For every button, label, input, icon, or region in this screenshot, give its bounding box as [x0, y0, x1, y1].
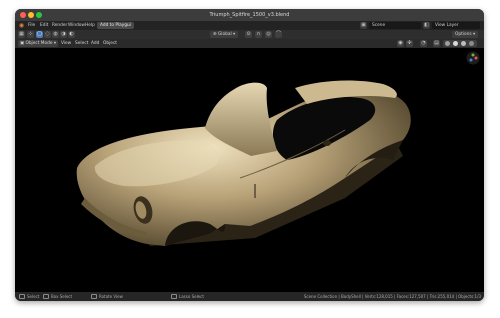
view-layer-icon[interactable]: ◧ — [423, 22, 430, 29]
scene-statistics: Scene Collection | BodyShell | Verts:128… — [303, 294, 481, 299]
workspace-tab[interactable]: Add to Playgui — [97, 22, 134, 29]
navigation-gizmo-icon[interactable] — [466, 51, 480, 65]
menu-object[interactable]: Object — [101, 40, 119, 47]
magnet-icon[interactable]: ∩ — [255, 31, 262, 38]
mouse-left-icon — [19, 294, 25, 299]
3d-viewport[interactable] — [15, 48, 484, 292]
menu-render[interactable]: Render — [52, 22, 67, 29]
blender-logo-icon[interactable]: ◉ — [18, 22, 25, 29]
menu-edit[interactable]: Edit — [40, 22, 48, 29]
select-invert-icon[interactable]: ◐ — [68, 31, 75, 38]
pivot-icon[interactable]: ⊙ — [245, 31, 252, 38]
status-box-select: Box Select — [51, 294, 73, 299]
proportional-falloff-icon[interactable]: ⌒ — [275, 31, 282, 38]
menu-select[interactable]: Select — [73, 40, 90, 47]
wireframe-shading-icon[interactable] — [445, 41, 450, 46]
options-dropdown[interactable]: Options ▾ — [452, 31, 479, 38]
tool-header: ▦ ⊹ ▢ ◌ ◍ ◑ ◐ ⊕ Global ▾ ⊙ ∩ ◎ ⌒ Options… — [15, 30, 484, 39]
select-box-icon[interactable]: ▢ — [36, 31, 43, 38]
window-title: Triumph_Spitfire_1500_v3.blend — [209, 12, 290, 18]
top-menubar: ◉ File Edit Render Window Help Add to Pl… — [15, 21, 484, 30]
status-rotate-view: Rotate View — [99, 294, 123, 299]
mouse-right-icon — [171, 294, 177, 299]
mouse-rotate-icon — [91, 294, 97, 299]
status-bar: Select Box Select Rotate View Lasso Sele… — [15, 292, 484, 301]
title-bar: Triumph_Spitfire_1500_v3.blend — [15, 9, 484, 21]
mode-label: Object Mode — [25, 41, 53, 46]
menu-add[interactable]: Add — [89, 40, 101, 47]
select-extend-icon[interactable]: ◑ — [60, 31, 67, 38]
visibility-icon[interactable]: ◉ — [397, 40, 404, 47]
scene-selector[interactable]: Scene — [369, 22, 421, 29]
orientation-label: Global — [217, 32, 232, 37]
gizmo-toggle-icon[interactable]: ✣ — [406, 40, 413, 47]
xray-icon[interactable]: ▤ — [433, 40, 440, 47]
menu-window[interactable]: Window — [68, 22, 85, 29]
menu-help[interactable]: Help — [85, 22, 95, 29]
overlay-icon[interactable]: ◔ — [420, 40, 427, 47]
cursor-icon[interactable]: ⊹ — [27, 31, 34, 38]
status-lasso-select: Lasso Select — [179, 294, 204, 299]
mouse-middle-icon — [43, 294, 49, 299]
app-window: Triumph_Spitfire_1500_v3.blend ◉ File Ed… — [15, 9, 484, 301]
viewport-header: ▣ Object Mode ▾ View Select Add Object ◉… — [15, 39, 484, 48]
select-lasso-icon[interactable]: ◍ — [52, 31, 59, 38]
menu-view[interactable]: View — [59, 40, 73, 47]
view-layer-selector[interactable]: View Layer — [432, 22, 480, 29]
menu-file[interactable]: File — [28, 22, 35, 29]
rendered-shading-icon[interactable] — [469, 41, 474, 46]
options-label: Options — [455, 32, 472, 37]
car-model — [76, 80, 411, 246]
shading-mode-group — [443, 40, 477, 47]
editor-type-icon[interactable]: ▦ — [18, 31, 25, 38]
scene-icon[interactable]: ▣ — [360, 22, 367, 29]
select-circle-icon[interactable]: ◌ — [44, 31, 51, 38]
material-shading-icon[interactable] — [461, 41, 466, 46]
solid-shading-icon[interactable] — [453, 41, 458, 46]
mode-dropdown[interactable]: ▣ Object Mode ▾ — [18, 40, 59, 47]
status-select: Select — [27, 294, 40, 299]
proportional-icon[interactable]: ◎ — [265, 31, 272, 38]
orientation-dropdown[interactable]: ⊕ Global ▾ — [210, 31, 239, 38]
